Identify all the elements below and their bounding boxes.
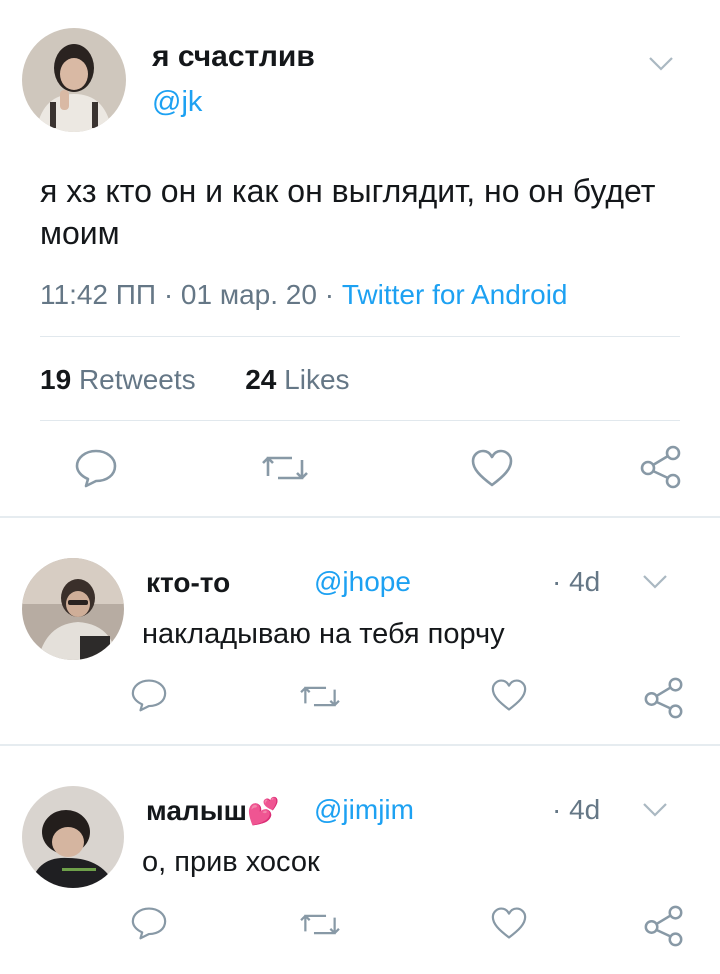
- meta-separator: ·: [163, 279, 174, 310]
- likes-label: Likes: [284, 364, 350, 395]
- divider: [40, 420, 680, 421]
- chevron-down-icon[interactable]: [642, 802, 668, 818]
- tweet-stats: 19 Retweets 24 Likes: [40, 364, 350, 396]
- author-avatar[interactable]: [22, 28, 126, 132]
- reply-time: · 4d: [552, 794, 601, 825]
- reply-time: · 4d: [552, 566, 601, 597]
- tweet-meta: 11:42 ПП · 01 мар. 20 · Twitter for Andr…: [40, 279, 568, 311]
- share-icon[interactable]: [642, 676, 686, 720]
- reply-author-name-text: малыш: [146, 795, 247, 826]
- reply-text: о, прив хосок: [142, 846, 320, 878]
- reply-avatar[interactable]: [22, 558, 124, 660]
- chevron-down-icon[interactable]: [642, 574, 668, 590]
- likes-stat[interactable]: 24 Likes: [245, 364, 349, 395]
- reply-icon[interactable]: [130, 906, 168, 940]
- share-icon[interactable]: [642, 904, 686, 948]
- reply-avatar[interactable]: [22, 786, 124, 888]
- retweets-count: 19: [40, 364, 72, 395]
- hearts-emoji: 💕: [246, 797, 280, 827]
- reply-author-name[interactable]: кто-то: [146, 567, 230, 599]
- tweet-source-link[interactable]: Twitter for Android: [342, 279, 568, 310]
- reply-text: накладываю на тебя порчу: [142, 618, 505, 650]
- tweet-time: 11:42 ПП: [40, 279, 157, 310]
- chevron-down-icon[interactable]: [648, 56, 674, 72]
- retweet-icon[interactable]: [300, 681, 340, 712]
- tweet-text: я хз кто он и как он выглядит, но он буд…: [40, 173, 656, 251]
- retweet-icon[interactable]: [300, 909, 340, 940]
- section-divider: [0, 516, 720, 518]
- reply-icon[interactable]: [74, 448, 118, 488]
- meta-separator: ·: [324, 279, 335, 310]
- reply-icon[interactable]: [130, 678, 168, 712]
- section-divider: [0, 744, 720, 746]
- divider: [40, 336, 680, 337]
- retweets-stat[interactable]: 19 Retweets: [40, 364, 203, 395]
- share-icon[interactable]: [638, 444, 684, 490]
- heart-icon[interactable]: [490, 678, 528, 712]
- likes-count: 24: [245, 364, 277, 395]
- retweet-icon[interactable]: [262, 450, 308, 486]
- reply-author-name[interactable]: малыш💕: [146, 795, 279, 827]
- tweet-date: 01 мар. 20: [180, 279, 317, 310]
- reply-author-handle[interactable]: @jimjim: [314, 794, 414, 826]
- retweets-label: Retweets: [78, 364, 196, 395]
- heart-icon[interactable]: [490, 906, 528, 940]
- author-name[interactable]: я счастлив: [152, 40, 315, 74]
- heart-icon[interactable]: [470, 448, 514, 488]
- reply-author-handle[interactable]: @jhope: [314, 566, 411, 598]
- author-handle[interactable]: @jk: [152, 86, 202, 119]
